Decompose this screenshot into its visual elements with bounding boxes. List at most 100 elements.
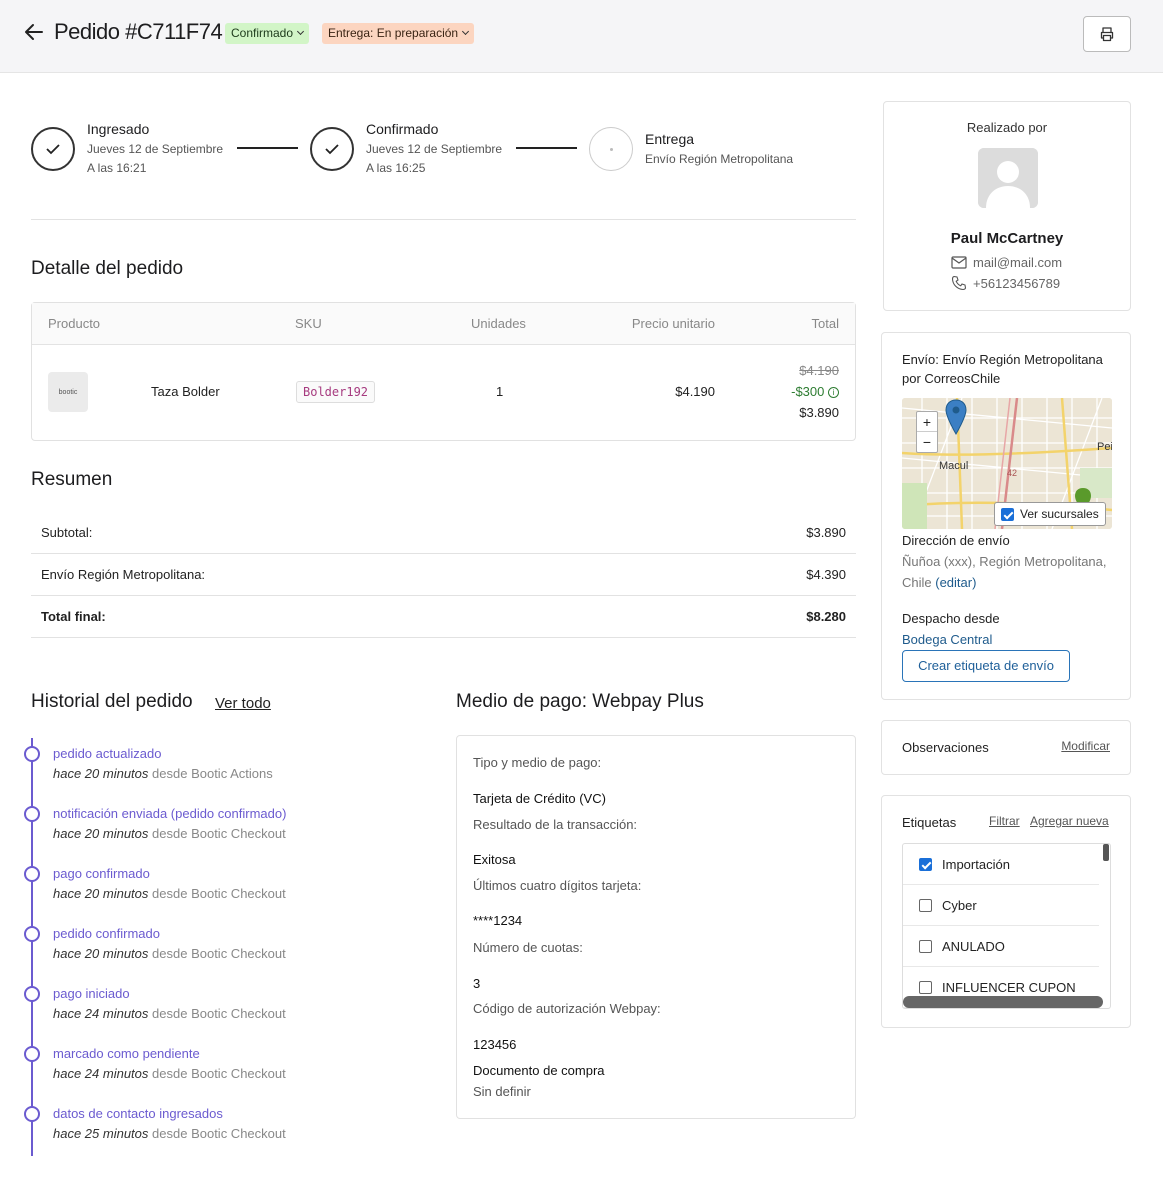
order-status-label: Confirmado — [231, 26, 294, 40]
map-label-macul: Macul — [939, 460, 969, 472]
customer-phone: +56123456789 — [973, 275, 1061, 291]
customer-email[interactable]: mail@mail.com — [973, 255, 1062, 270]
payment-title: Medio de pago: Webpay Plus — [456, 691, 704, 712]
back-arrow-icon[interactable] — [22, 20, 46, 44]
info-icon[interactable]: i — [828, 387, 839, 398]
history-item-time: hace 20 minutos — [53, 766, 149, 781]
tag-item[interactable]: ANULADO — [903, 926, 1099, 967]
timeline-dot — [24, 986, 40, 1002]
card-digits-label: Últimos cuatro dígitos tarjeta: — [473, 878, 642, 893]
step-confirmado-check-icon — [310, 127, 354, 171]
vertical-scrollbar[interactable] — [1103, 844, 1109, 861]
tag-label: ANULADO — [942, 938, 1005, 954]
horizontal-scrollbar[interactable] — [903, 996, 1103, 1008]
timeline-dot — [24, 866, 40, 882]
history-item-time: hace 25 minutos — [53, 1126, 149, 1141]
summary-label: Envío Región Metropolitana: — [41, 567, 206, 582]
filter-tags-link[interactable]: Filtrar — [989, 814, 1020, 828]
summary-title: Resumen — [31, 469, 113, 490]
table-header: Producto SKU Unidades Precio unitario To… — [32, 303, 855, 345]
timeline-dot — [24, 926, 40, 942]
col-total: Total — [811, 316, 839, 331]
mail-icon — [951, 256, 967, 269]
observations-card: Observaciones Modificar — [881, 720, 1131, 775]
history-item-title[interactable]: pedido confirmado — [53, 926, 160, 941]
tags-list[interactable]: Importación Cyber ANULADO INFLUENCER CUP… — [902, 843, 1111, 1009]
timeline-dot — [24, 1106, 40, 1122]
summary-row: Envío Región Metropolitana: $4.390 — [31, 554, 856, 596]
col-unidades: Unidades — [471, 316, 526, 331]
map-label-42: 42 — [1007, 468, 1018, 478]
chevron-down-icon — [296, 27, 305, 36]
dispatch-from-label: Despacho desde — [902, 611, 1000, 626]
history-item-time: hace 20 minutos — [53, 946, 149, 961]
tag-label: INFLUENCER CUPON — [942, 979, 1076, 995]
order-status-dropdown[interactable]: Confirmado — [225, 23, 310, 44]
zoom-in-button[interactable]: + — [917, 412, 937, 432]
history-item-title[interactable]: notificación enviada (pedido confirmado) — [53, 806, 286, 821]
auth-code-value: 123456 — [473, 1037, 517, 1052]
modify-observations-link[interactable]: Modificar — [1061, 739, 1110, 753]
dispatch-from-link[interactable]: Bodega Central — [902, 632, 992, 647]
installments-value: 3 — [473, 976, 481, 991]
col-producto: Producto — [48, 316, 101, 331]
print-button[interactable] — [1083, 16, 1131, 52]
timeline-dot — [24, 746, 40, 762]
tag-item[interactable]: Cyber — [903, 885, 1099, 926]
tag-checkbox[interactable] — [919, 857, 932, 871]
page-header: Pedido #C711F74 Confirmado Entrega: En p… — [0, 0, 1163, 73]
step-entrega-title: Entrega — [645, 131, 695, 147]
history-item-title[interactable]: datos de contacto ingresados — [53, 1106, 223, 1121]
history-item-title[interactable]: pago iniciado — [53, 986, 130, 1001]
history-item-source: desde Bootic Checkout — [152, 946, 286, 961]
installments-label: Número de cuotas: — [473, 940, 583, 955]
create-shipping-label-button[interactable]: Crear etiqueta de envío — [902, 650, 1070, 682]
ver-sucursales-toggle[interactable]: Ver sucursales — [994, 502, 1106, 526]
phone-icon — [951, 275, 967, 291]
add-tag-link[interactable]: Agregar nueva — [1030, 814, 1109, 828]
printer-icon — [1100, 27, 1114, 42]
history-item-time: hace 24 minutos — [53, 1006, 149, 1021]
customer-email-row: mail@mail.com — [951, 255, 1062, 270]
delivery-status-dropdown[interactable]: Entrega: En preparación — [322, 23, 475, 44]
history-item-time: hace 24 minutos — [53, 1066, 149, 1081]
col-sku: SKU — [295, 316, 322, 331]
unit-price: $4.190 — [675, 384, 715, 399]
timeline-dot — [24, 806, 40, 822]
history-item-source: desde Bootic Checkout — [152, 1126, 286, 1141]
auth-code-label: Código de autorización Webpay: — [473, 1001, 661, 1016]
step-ingresado-time: A las 16:21 — [87, 161, 147, 175]
shipping-card: Envío: Envío Región Metropolitana por Co… — [881, 332, 1131, 700]
history-item-source: desde Bootic Checkout — [152, 886, 286, 901]
history-item-title[interactable]: pago confirmado — [53, 866, 150, 881]
step-ingresado-check-icon — [31, 127, 75, 171]
history-item-title[interactable]: marcado como pendiente — [53, 1046, 200, 1061]
ver-sucursales-checkbox[interactable] — [1001, 507, 1014, 521]
card-digits-value: ****1234 — [473, 913, 523, 928]
tag-item[interactable]: Importación — [903, 844, 1099, 885]
shipping-title: Envío: Envío Región Metropolitana por Co… — [902, 352, 1103, 386]
step-confirmado-time: A las 16:25 — [366, 161, 426, 175]
history-item-title[interactable]: pedido actualizado — [53, 746, 161, 761]
history-item-meta: hace 20 minutos desde Bootic Checkout — [53, 946, 286, 961]
customer-heading: Realizado por — [966, 120, 1048, 135]
tag-checkbox[interactable] — [919, 980, 932, 994]
payment-type-label: Tipo y medio de pago: — [473, 755, 602, 770]
see-all-link[interactable]: Ver todo — [215, 695, 271, 712]
observations-title: Observaciones — [902, 740, 989, 755]
tag-checkbox[interactable] — [919, 939, 932, 953]
edit-address-link[interactable]: (editar) — [935, 575, 976, 590]
step-ingresado-date: Jueves 12 de Septiembre — [87, 142, 224, 156]
tag-checkbox[interactable] — [919, 898, 932, 912]
tag-label: Cyber — [942, 897, 977, 913]
zoom-out-button[interactable]: − — [917, 432, 937, 452]
summary-value: $4.390 — [806, 567, 846, 582]
sku-chip: Bolder192 — [296, 381, 376, 403]
shipping-map[interactable]: Macul Pei 42 + − Ver sucursales — [902, 398, 1112, 529]
line-total: $3.890 — [799, 405, 839, 420]
step-connector — [516, 147, 577, 149]
transaction-result-label: Resultado de la transacción: — [473, 817, 638, 832]
purchase-doc-value: Sin definir — [473, 1084, 531, 1099]
customer-card: Realizado por Paul McCartney mail@mail.c… — [883, 101, 1131, 311]
history-item-source: desde Bootic Checkout — [152, 1006, 286, 1021]
